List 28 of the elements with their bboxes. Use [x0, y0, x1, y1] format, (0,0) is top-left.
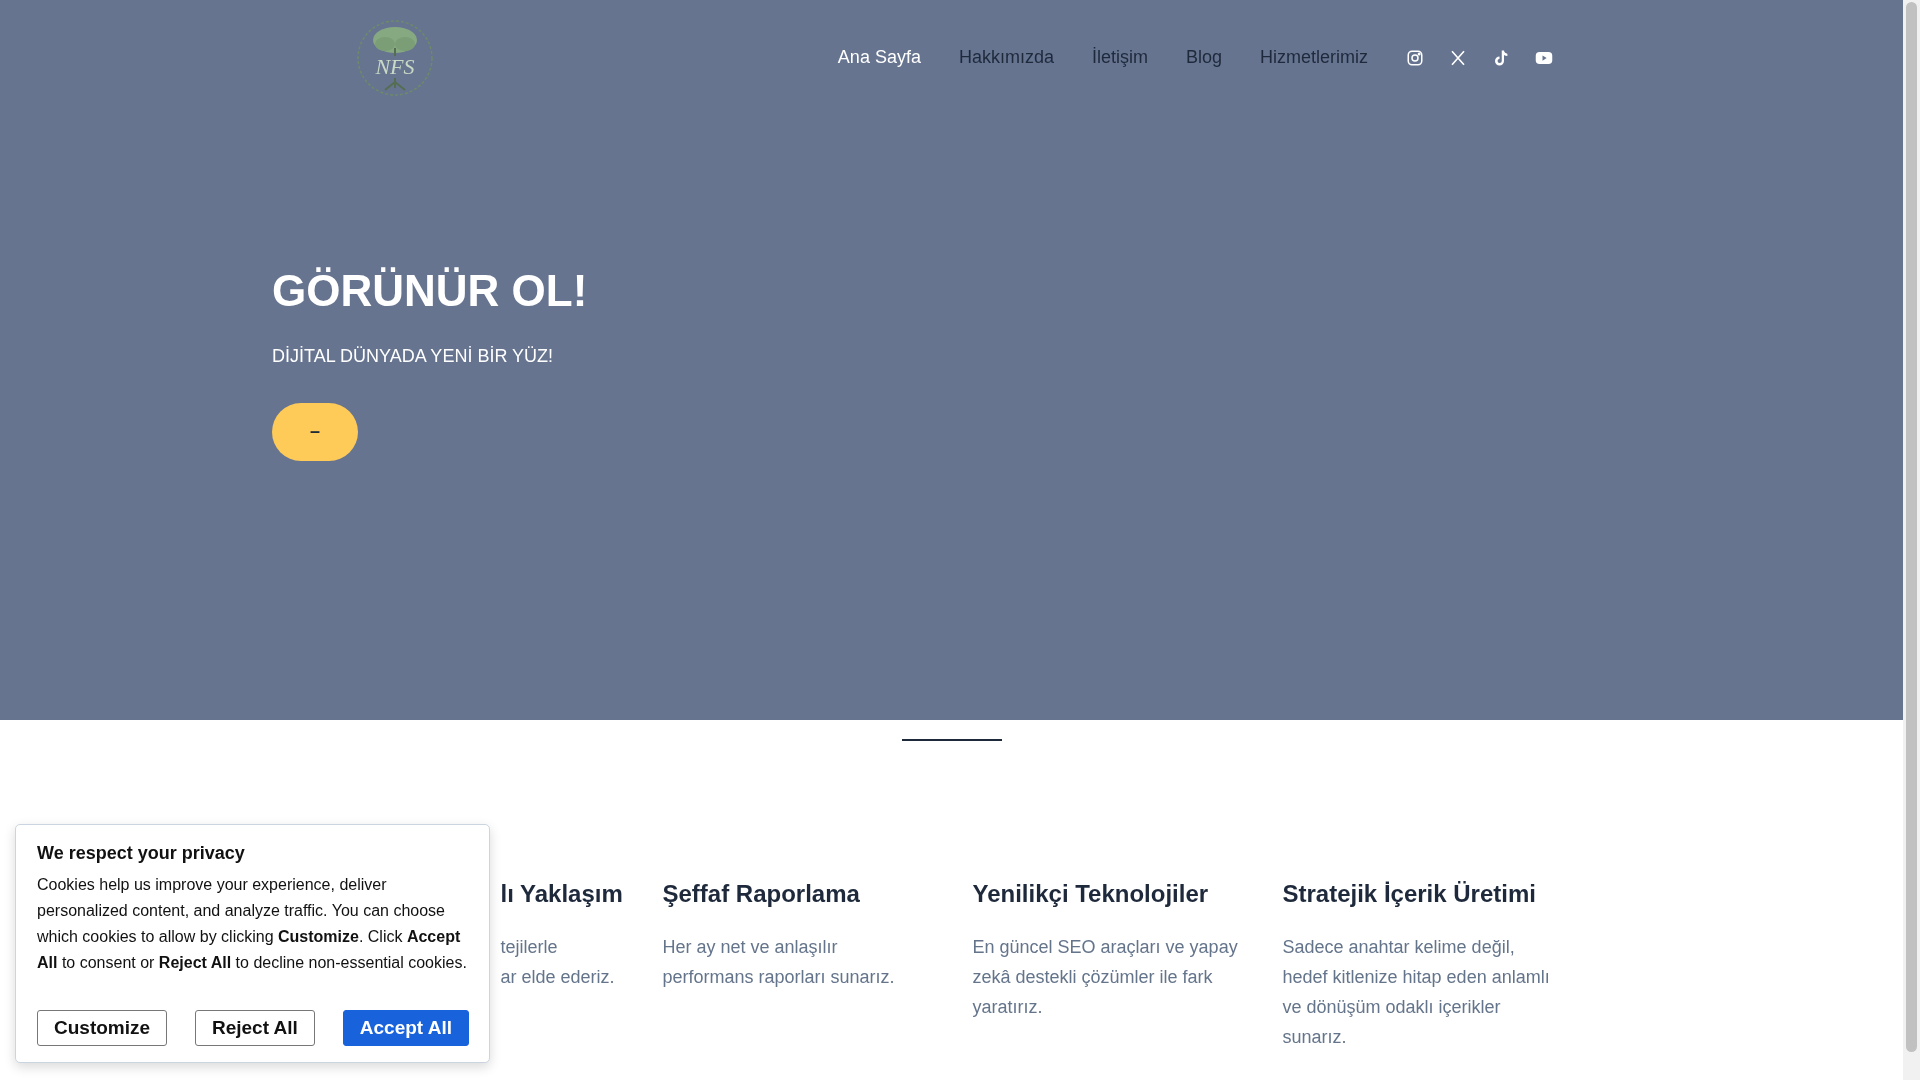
- tree-logo: NFS: [355, 17, 435, 98]
- nav-link[interactable]: Ana Sayfa: [837, 47, 921, 68]
- cookie-option-button[interactable]: Customize: [37, 1010, 168, 1046]
- hero-button[interactable]: –: [272, 402, 358, 461]
- feature-description: ar elde ederiz.: [500, 966, 616, 989]
- cookie-title: We respect your privacy: [37, 843, 246, 864]
- feature-title: lı Yaklaşım: [500, 880, 623, 908]
- feature-title: Stratejik İçerik Üretimi: [1282, 880, 1537, 908]
- scrollbar-thumb[interactable]: [1906, 2, 1917, 1052]
- feature-description: tejilerle: [500, 936, 559, 959]
- feature-description: Her ay net ve anlaşılır performans raporları sunarız.: [662, 936, 896, 989]
- hero-title: GÖRÜNÜR OL!: [272, 265, 589, 317]
- nav-link[interactable]: Hizmetlerimiz: [1260, 47, 1368, 68]
- feature-description: En güncel SEO araçları ve yapay zekâ destekli çözümler ile fark yaratırız.: [972, 936, 1239, 1019]
- cookie-text: Cookies help us improve your experience, deliver personalized content, and analyze traffic. You can choose which cookies to allow by clicking Customize. Click Accept All to consent or Reject All to decline non-essential cookies.: [37, 875, 468, 973]
- music-note-icon[interactable]: [1492, 48, 1510, 67]
- cookie-option-button[interactable]: Reject All: [195, 1010, 315, 1046]
- nav-link[interactable]: İletişim: [1091, 47, 1148, 68]
- accept-button[interactable]: Accept All: [342, 1010, 469, 1046]
- instagram-icon[interactable]: [1406, 48, 1424, 67]
- feature-description: Sadece anahtar kelime değil, hedef kitlenize hitap eden anlamlı ve dönüşüm odaklı içerikler sunarız.: [1282, 936, 1551, 1049]
- hero-subtitle: DİJİTAL DÜNYADA YENİ BİR YÜZ!: [272, 345, 555, 367]
- scrollbar[interactable]: [1903, 0, 1920, 1080]
- nav-link[interactable]: Blog: [1185, 47, 1222, 68]
- feature-title: Şeffaf Raporlama: [662, 880, 861, 908]
- feature-title: Yenilikçi Teknolojiler: [972, 880, 1210, 908]
- x-logo-icon[interactable]: [1449, 48, 1467, 67]
- nav-link[interactable]: Hakkımızda: [958, 47, 1054, 68]
